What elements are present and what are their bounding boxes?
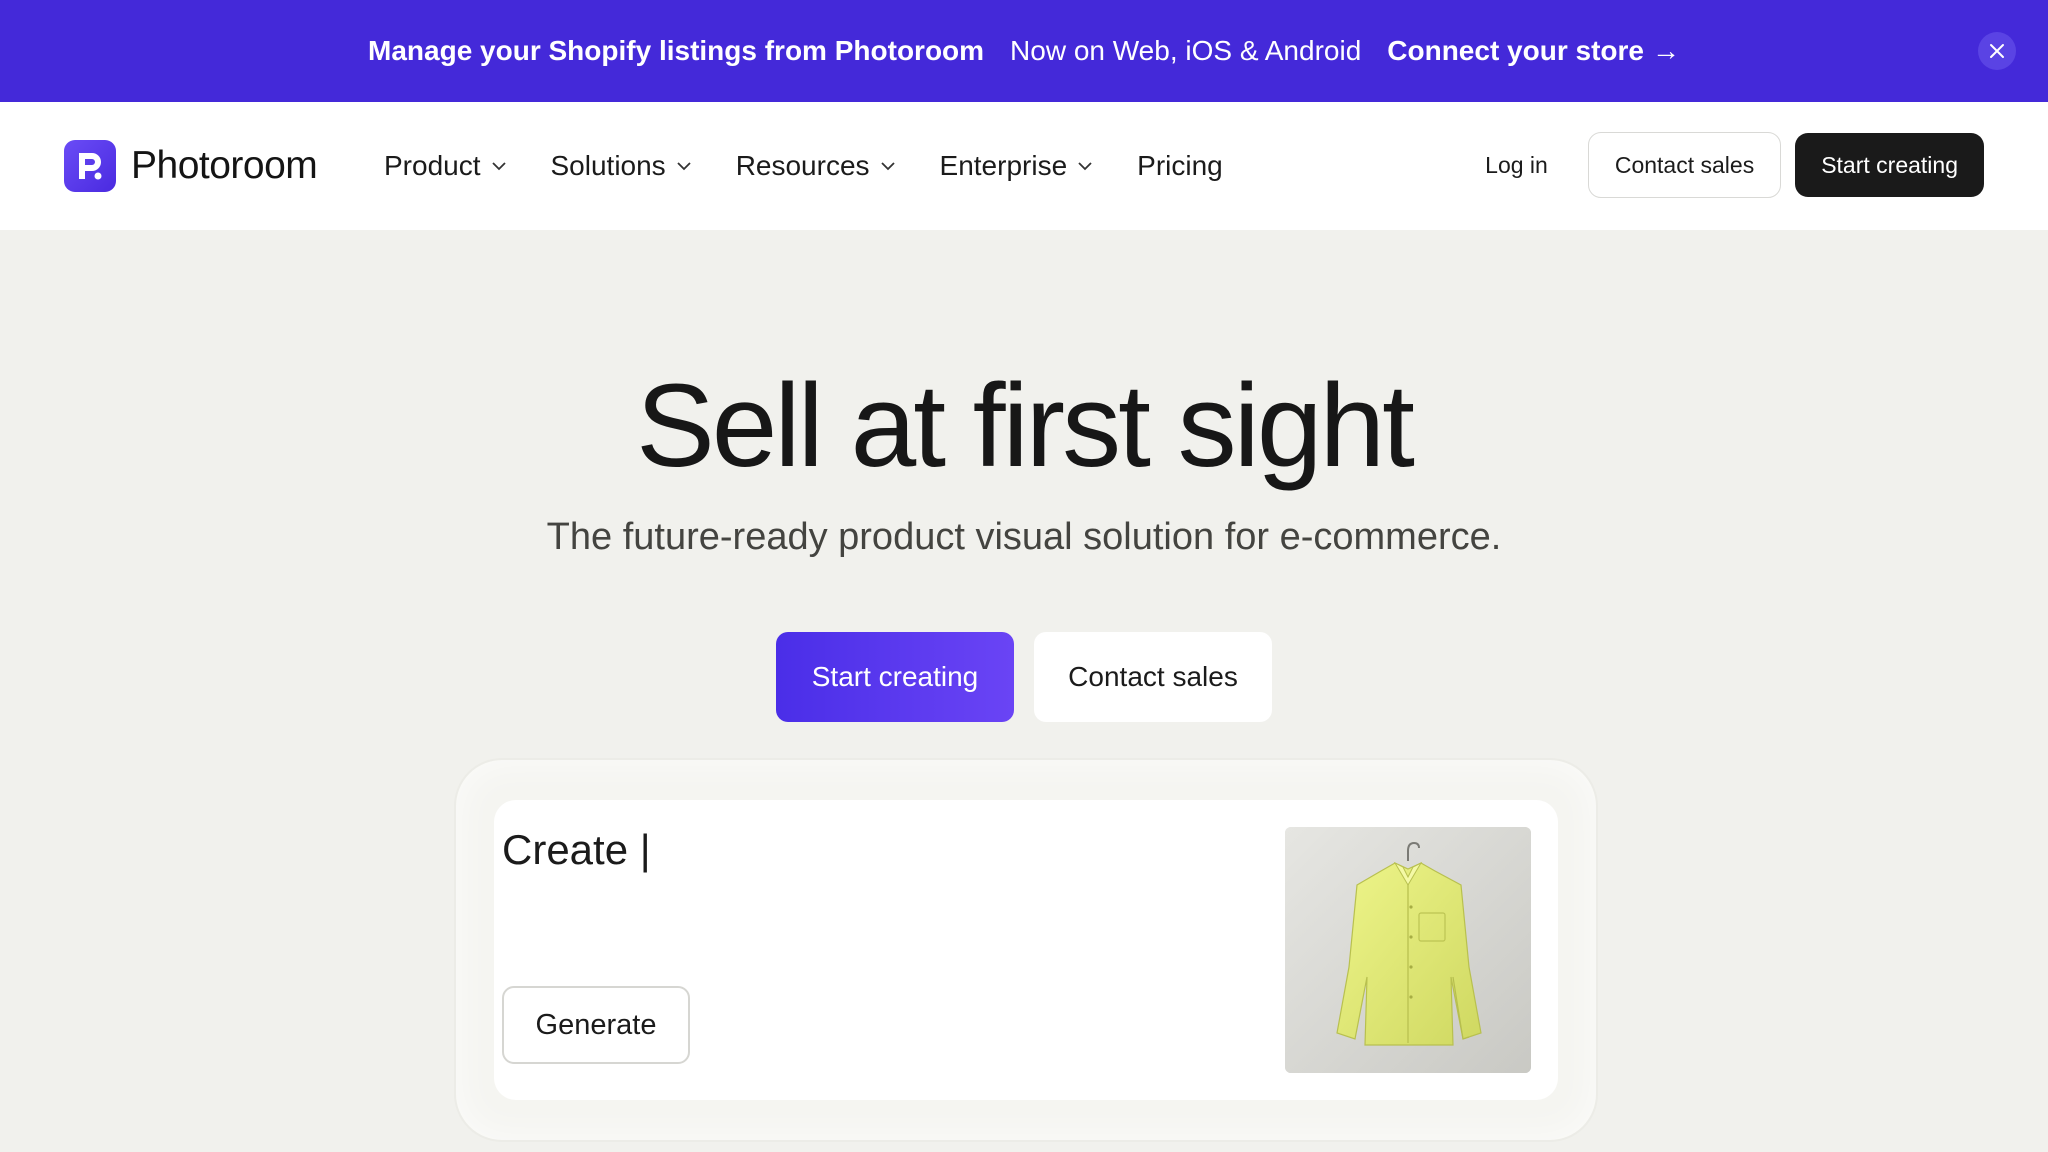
brand-name: Photoroom <box>131 144 318 187</box>
chevron-down-icon <box>491 161 507 171</box>
chevron-down-icon <box>1077 161 1093 171</box>
nav-item-label: Pricing <box>1137 150 1223 181</box>
contact-sales-button[interactable]: Contact sales <box>1587 132 1782 198</box>
close-icon <box>1990 44 2004 58</box>
login-button[interactable]: Log in <box>1485 152 1548 179</box>
photoroom-logo-icon <box>64 140 116 192</box>
connect-store-label: Connect your store <box>1387 35 1644 66</box>
hero-start-creating-button[interactable]: Start creating <box>776 632 1014 722</box>
banner-close-button[interactable] <box>1978 32 2016 70</box>
nav-menu: Product Solutions Resources Enterprise P… <box>384 102 1267 230</box>
main-nav: Photoroom Product Solutions Resources En… <box>0 102 2048 230</box>
announcement-banner: Manage your Shopify listings from Photor… <box>0 0 2048 102</box>
product-image <box>1285 827 1531 1073</box>
connect-store-link[interactable]: Connect your store → <box>1387 35 1680 67</box>
nav-item-pricing[interactable]: Pricing <box>1137 150 1223 182</box>
hero-subtitle: The future-ready product visual solution… <box>546 516 1502 558</box>
nav-item-label: Resources <box>735 150 870 181</box>
nav-actions: Log in Contact sales Start creating <box>1485 132 1984 198</box>
nav-item-enterprise[interactable]: Enterprise <box>940 150 1094 182</box>
chevron-down-icon <box>676 161 692 171</box>
hero-contact-sales-button[interactable]: Contact sales <box>1034 632 1272 722</box>
chevron-down-icon <box>880 161 896 171</box>
prompt-input[interactable]: Create | <box>502 826 651 874</box>
nav-item-product[interactable]: Product <box>384 150 507 182</box>
nav-item-resources[interactable]: Resources <box>736 150 896 182</box>
banner-promo-text: Manage your Shopify listings from Photor… <box>368 35 985 66</box>
arrow-right-icon: → <box>1651 35 1680 66</box>
yellow-shirt-illustration <box>1285 827 1531 1073</box>
nav-item-label: Enterprise <box>939 150 1068 181</box>
hero-cta-group: Start creating Contact sales <box>776 632 1272 722</box>
nav-item-label: Solutions <box>550 150 666 181</box>
nav-item-label: Product <box>384 150 481 181</box>
nav-item-solutions[interactable]: Solutions <box>551 150 692 182</box>
hero-title: Sell at first sight <box>636 360 1415 492</box>
brand-logo[interactable]: Photoroom <box>64 140 318 192</box>
banner-platforms-text: Now on Web, iOS & Android <box>1010 35 1362 66</box>
generate-button[interactable]: Generate <box>502 986 690 1064</box>
start-creating-button[interactable]: Start creating <box>1795 133 1984 197</box>
